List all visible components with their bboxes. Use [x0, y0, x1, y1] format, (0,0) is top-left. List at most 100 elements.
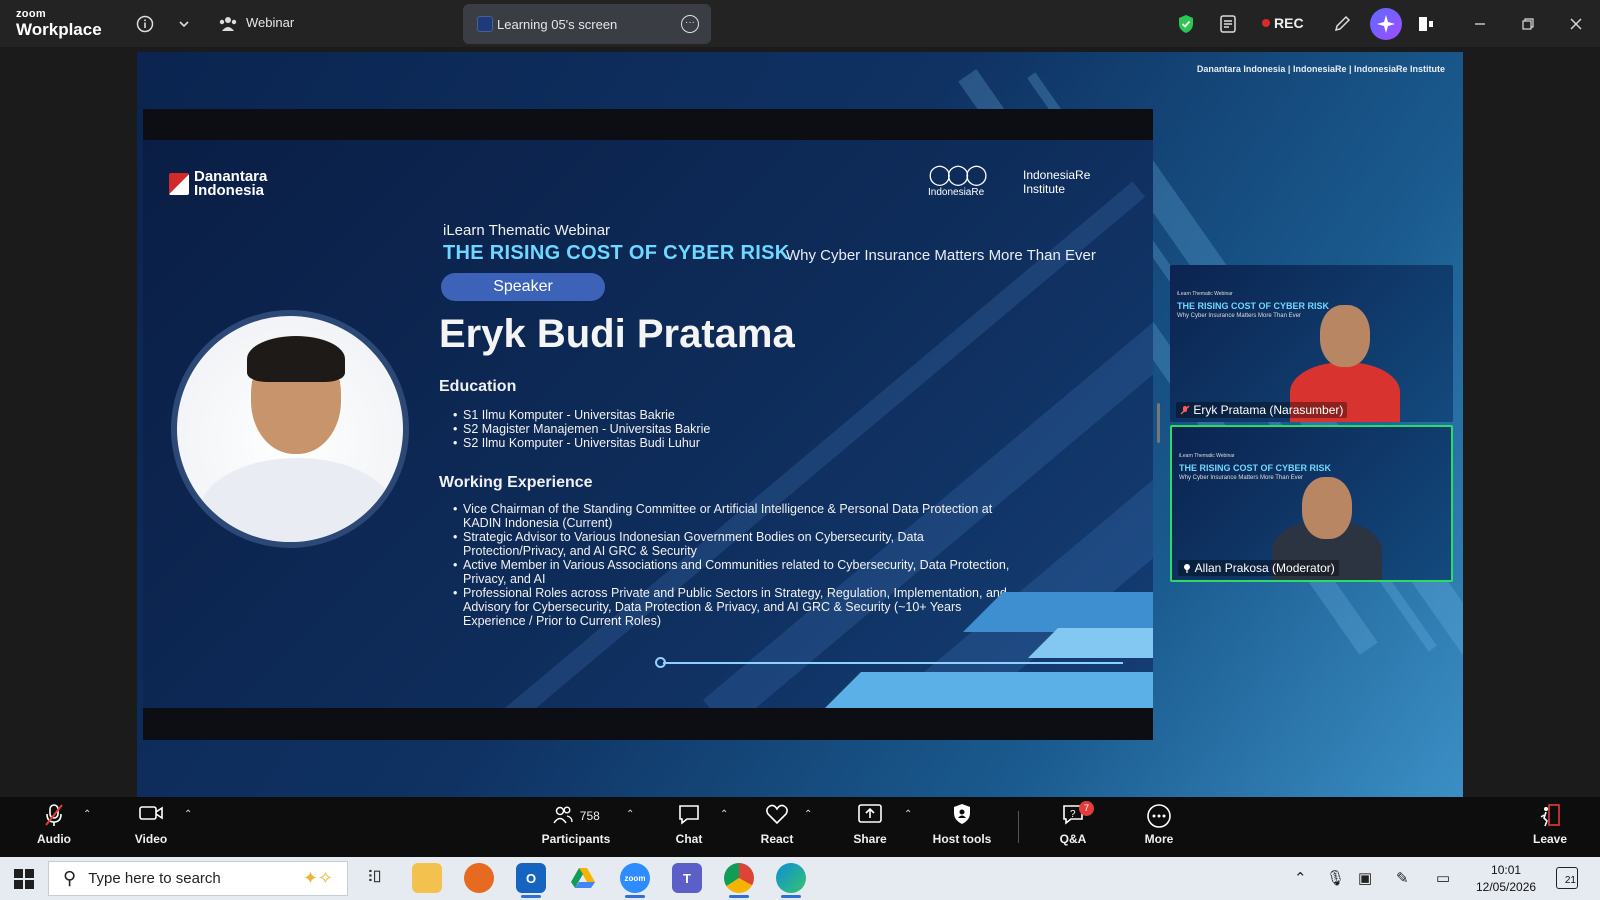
- encryption-shield-icon[interactable]: [1174, 12, 1198, 36]
- video-tile-eryk[interactable]: iLearn Thematic Webinar THE RISING COST …: [1170, 265, 1453, 422]
- photo-shirt: [199, 458, 395, 542]
- tiles-scroll-handle[interactable]: [1157, 403, 1160, 443]
- google-drive-icon[interactable]: [568, 863, 598, 893]
- tile-person-face: [1320, 305, 1370, 367]
- experience-item: Vice Chairman of the Standing Committee …: [453, 502, 1013, 530]
- participants-label: Participants: [541, 832, 611, 846]
- webinar-kicker: iLearn Thematic Webinar: [443, 222, 611, 239]
- teams-icon[interactable]: T: [672, 863, 702, 893]
- indonesiare-logo: ◯◯◯ IndonesiaRe: [928, 162, 988, 198]
- speaker-name: Eryk Budi Pratama: [439, 312, 795, 356]
- task-view-icon[interactable]: ⫶⌷: [360, 863, 390, 893]
- mic-muted-icon: [34, 803, 74, 829]
- participants-icon-wrap: 758: [536, 803, 616, 829]
- react-button[interactable]: React: [757, 803, 797, 846]
- tile-name-label: Allan Prakosa (Moderator): [1178, 560, 1339, 576]
- tile-mini-subtitle: Why Cyber Insurance Matters More Than Ev…: [1177, 313, 1301, 319]
- notification-center-icon[interactable]: 21: [1556, 867, 1578, 889]
- windows-start-icon[interactable]: [14, 869, 34, 889]
- restore-icon[interactable]: [1516, 12, 1540, 36]
- leave-button[interactable]: Leave: [1530, 803, 1570, 846]
- meeting-info-icon[interactable]: [133, 12, 157, 36]
- video-button[interactable]: Video: [131, 803, 171, 846]
- presentation-slide: Danantara Indonesia ◯◯◯ IndonesiaRe Indo…: [143, 140, 1153, 708]
- notification-count: 21: [1564, 875, 1576, 886]
- apps-panel-icon[interactable]: [1414, 12, 1438, 36]
- chat-caret-icon[interactable]: ⌃: [720, 809, 728, 820]
- react-caret-icon[interactable]: ⌃: [804, 809, 812, 820]
- experience-item: Professional Roles across Private and Pu…: [453, 586, 1013, 628]
- edge-icon[interactable]: [776, 863, 806, 898]
- qa-label: Q&A: [1059, 832, 1087, 846]
- tile-name: Allan Prakosa (Moderator): [1194, 561, 1335, 575]
- brand-big: Workplace: [16, 20, 102, 39]
- taskbar-clock[interactable]: 10:01 12/05/2026: [1476, 862, 1536, 896]
- more-options-icon[interactable]: ···: [681, 15, 699, 33]
- camera-icon: [131, 803, 171, 829]
- ai-companion-button[interactable]: [1370, 8, 1402, 40]
- participants-caret-icon[interactable]: ⌃: [626, 809, 634, 820]
- audio-button[interactable]: Audio: [34, 803, 74, 846]
- chat-label: Chat: [675, 832, 703, 846]
- pen-tray-icon[interactable]: ✎: [1396, 869, 1409, 887]
- recording-indicator[interactable]: REC: [1262, 15, 1304, 31]
- education-heading: Education: [439, 378, 517, 395]
- participants-button[interactable]: 758 Participants: [536, 803, 616, 846]
- tile-mini-title: THE RISING COST OF CYBER RISK: [1179, 463, 1332, 473]
- letterbox-bottom: [143, 708, 1153, 740]
- sparkle-icon: ✦✧: [302, 868, 333, 888]
- video-options-caret-icon[interactable]: ⌃: [184, 809, 192, 820]
- qa-icon: ? 7: [1053, 801, 1094, 829]
- svg-text:?: ?: [1070, 809, 1076, 820]
- chat-icon: [669, 803, 709, 829]
- tile-name-label: Eryk Pratama (Narasumber): [1176, 402, 1348, 418]
- more-button[interactable]: More: [1139, 803, 1179, 846]
- chevron-down-icon[interactable]: [172, 12, 196, 36]
- tile-mini-kicker: iLearn Thematic Webinar: [1179, 453, 1235, 459]
- video-tile-allan[interactable]: iLearn Thematic Webinar THE RISING COST …: [1170, 425, 1453, 582]
- experience-list: Vice Chairman of the Standing Committee …: [453, 502, 1013, 628]
- file-explorer-icon[interactable]: [412, 863, 442, 893]
- zoom-workplace-logo: zoom Workplace: [16, 8, 102, 39]
- network-tray-icon[interactable]: ▭: [1436, 869, 1450, 887]
- participants-count: 758: [579, 809, 600, 823]
- notes-icon[interactable]: [1216, 12, 1240, 36]
- tile-name: Eryk Pratama (Narasumber): [1193, 403, 1344, 417]
- display-tray-icon[interactable]: ▣: [1358, 869, 1372, 887]
- screen-share-indicator[interactable]: Learning 05's screen ···: [463, 4, 711, 44]
- share-label: Learning 05's screen: [497, 17, 618, 32]
- taskbar-search-box[interactable]: ⚲ Type here to search ✦✧: [48, 861, 348, 896]
- close-icon[interactable]: [1564, 12, 1588, 36]
- chat-button[interactable]: Chat: [669, 803, 709, 846]
- share-button[interactable]: Share: [850, 803, 890, 846]
- share-header-logos: Danantara Indonesia | IndonesiaRe | Indo…: [1196, 64, 1445, 74]
- tray-overflow-icon[interactable]: ⌃: [1294, 869, 1307, 887]
- webinar-icon: [216, 12, 240, 36]
- speaker-tag: Speaker: [441, 273, 605, 301]
- audio-options-caret-icon[interactable]: ⌃: [83, 809, 91, 820]
- meeting-type-label: Webinar: [246, 15, 295, 30]
- experience-item: Active Member in Various Associations an…: [453, 558, 1013, 586]
- windows-taskbar: ⚲ Type here to search ✦✧ ⫶⌷ O zoom T ⌃ 🎙…: [0, 857, 1600, 900]
- zoom-app-icon[interactable]: zoom: [620, 863, 650, 898]
- share-screen-icon: [850, 803, 890, 829]
- experience-heading: Working Experience: [439, 474, 593, 491]
- microphone-tray-icon[interactable]: 🎙: [1326, 869, 1345, 887]
- host-tools-button[interactable]: Host tools: [932, 803, 992, 846]
- clock-time: 10:01: [1491, 863, 1522, 877]
- pin-icon: [1184, 564, 1190, 573]
- minimize-icon[interactable]: [1468, 12, 1492, 36]
- danantara-logo-text: Danantara Indonesia: [194, 168, 268, 199]
- more-dots-icon: [1139, 803, 1179, 829]
- outlook-icon[interactable]: O: [516, 863, 546, 898]
- qa-button[interactable]: ? 7 Q&A: [1053, 801, 1094, 846]
- annotate-pen-icon[interactable]: [1330, 12, 1354, 36]
- brand-small: zoom: [16, 8, 46, 20]
- chrome-icon[interactable]: [724, 863, 754, 898]
- share-caret-icon[interactable]: ⌃: [904, 809, 912, 820]
- danantara-mark-icon: [169, 173, 189, 195]
- recording-dot-icon: [1262, 19, 1270, 27]
- firefox-icon[interactable]: [464, 863, 494, 893]
- video-label: Video: [134, 832, 168, 846]
- letterbox-top: [143, 109, 1153, 140]
